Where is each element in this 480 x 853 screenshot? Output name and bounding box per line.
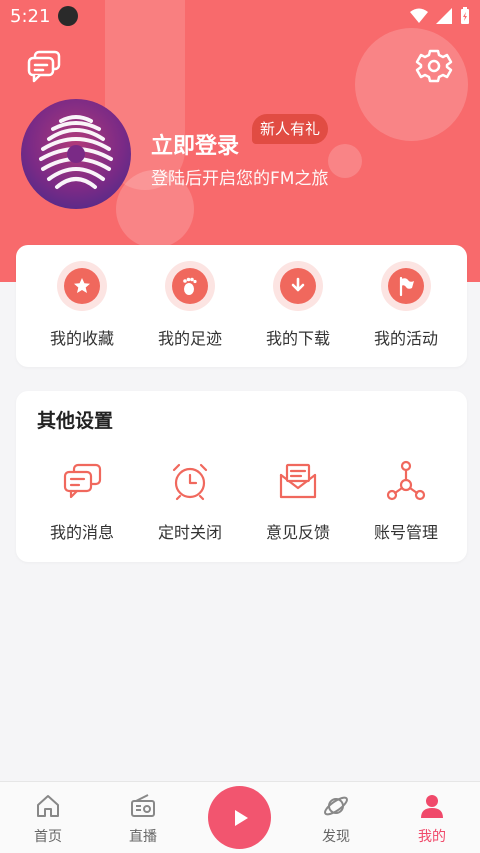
new-user-gift-badge[interactable]: 新人有礼 — [252, 114, 329, 144]
favorites-icon-bg — [57, 261, 107, 311]
planet-icon — [324, 796, 348, 816]
feedback-button[interactable]: 意见反馈 — [244, 459, 352, 543]
other-settings-card: 其他设置 我的消息 定时关闭 意见反馈 账号管理 — [16, 391, 467, 562]
tab-home[interactable]: 首页 — [18, 792, 78, 846]
notification-dot-icon — [58, 6, 78, 26]
alarm-clock-icon — [172, 463, 208, 501]
downloads-icon-bg — [273, 261, 323, 311]
app-logo-icon — [39, 115, 113, 189]
quick-actions-grid: 我的收藏 我的足迹 我的下载 我的活动 — [16, 261, 467, 349]
downloads-button[interactable]: 我的下载 — [244, 261, 352, 349]
battery-icon — [461, 7, 469, 24]
tab-home-label: 首页 — [34, 829, 62, 845]
footprint-icon — [183, 277, 197, 295]
status-time: 5:21 — [10, 6, 51, 27]
chat-bubble-icon — [27, 50, 61, 83]
favorites-label: 我的收藏 — [49, 329, 114, 348]
sleep-timer-label: 定时关闭 — [157, 523, 222, 542]
feedback-label: 意见反馈 — [265, 523, 330, 542]
star-icon — [74, 278, 90, 293]
download-icon — [291, 277, 305, 292]
login-subtitle: 登陆后开启您的FM之旅 — [151, 169, 329, 189]
other-settings-title: 其他设置 — [37, 410, 114, 432]
activities-icon-bg — [381, 261, 431, 311]
account-network-icon — [386, 460, 426, 501]
my-messages-button[interactable]: 我的消息 — [28, 459, 136, 543]
settings-button[interactable] — [414, 46, 454, 86]
radio-icon — [131, 794, 155, 817]
flag-icon — [399, 276, 414, 297]
tab-mine-label: 我的 — [418, 829, 446, 845]
avatar[interactable] — [21, 99, 131, 209]
my-messages-label: 我的消息 — [49, 523, 114, 542]
decor-bubble — [328, 144, 362, 178]
sleep-timer-button[interactable]: 定时关闭 — [136, 459, 244, 543]
envelope-icon — [279, 463, 317, 499]
person-icon — [421, 795, 443, 818]
activities-label: 我的活动 — [373, 329, 438, 348]
status-icons — [410, 7, 470, 25]
play-button[interactable] — [208, 786, 271, 849]
wifi-icon — [410, 8, 428, 23]
other-settings-grid: 我的消息 定时关闭 意见反馈 账号管理 — [16, 459, 467, 543]
tab-live[interactable]: 直播 — [113, 792, 173, 846]
status-bar: 5:21 — [0, 0, 480, 34]
favorites-button[interactable]: 我的收藏 — [28, 261, 136, 349]
footprint-icon-bg — [165, 261, 215, 311]
login-link[interactable]: 立即登录 — [151, 128, 239, 160]
account-management-label: 账号管理 — [373, 523, 438, 542]
message-icon — [63, 463, 102, 499]
downloads-label: 我的下载 — [265, 329, 330, 348]
footprint-label: 我的足迹 — [157, 329, 222, 348]
signal-icon — [436, 8, 452, 24]
tab-live-label: 直播 — [129, 829, 157, 845]
account-management-button[interactable]: 账号管理 — [352, 459, 460, 543]
gear-icon — [415, 49, 453, 83]
message-button[interactable] — [25, 46, 65, 86]
tab-mine[interactable]: 我的 — [402, 792, 462, 846]
tab-discover[interactable]: 发现 — [306, 792, 366, 846]
tab-discover-label: 发现 — [322, 829, 350, 845]
play-icon — [234, 809, 248, 826]
activities-button[interactable]: 我的活动 — [352, 261, 460, 349]
quick-actions-card: 我的收藏 我的足迹 我的下载 我的活动 — [16, 245, 467, 367]
footprint-button[interactable]: 我的足迹 — [136, 261, 244, 349]
home-icon — [37, 795, 59, 817]
